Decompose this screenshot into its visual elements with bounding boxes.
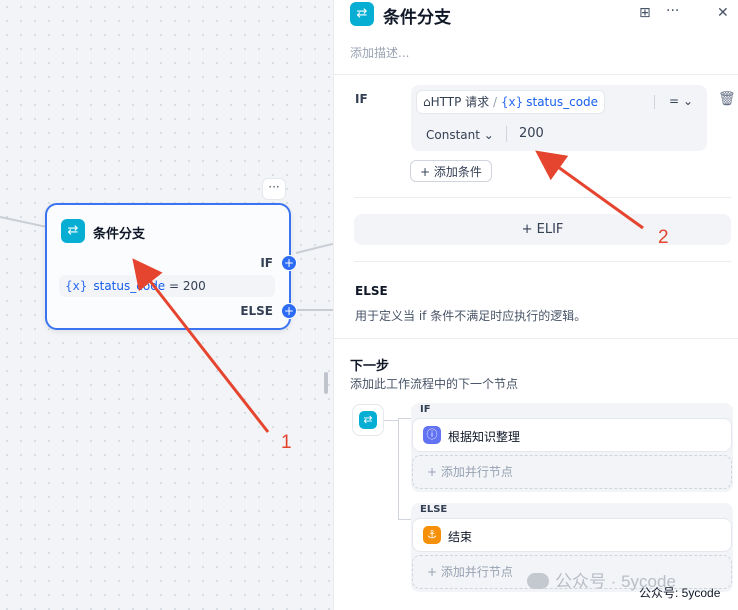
tree-connector [398, 418, 411, 419]
branch-icon: ⇄ [61, 219, 85, 243]
current-node-icon-box: ⇄ [352, 404, 384, 436]
wechat-icon [527, 573, 549, 589]
add-elif-button[interactable]: + ELIF [354, 214, 731, 245]
node-title: 条件分支 [93, 227, 146, 242]
node-more-button[interactable]: ··· [262, 178, 286, 200]
if-port-add-icon[interactable]: + [281, 255, 297, 271]
watermark-caption: 公众号: 5ycode [639, 586, 721, 600]
trash-icon[interactable]: 🗑 [718, 91, 736, 107]
condition-value: 200 [182, 279, 206, 293]
next-node-label: 根据知识整理 [448, 430, 521, 444]
annotation-label-1: 1 [281, 432, 292, 453]
operator-select[interactable]: = ⌄ [669, 94, 693, 108]
annotation-label-2: 2 [658, 227, 669, 248]
chevron-down-icon: ⌄ [483, 128, 494, 142]
condition-variable-selector[interactable]: ⌂HTTP 请求 / {x} status_code [416, 90, 606, 114]
value-type-select[interactable]: Constant ⌄ [426, 128, 494, 142]
value-type-label: Constant [426, 128, 480, 142]
condition-operator: = [169, 279, 180, 293]
more-icon[interactable]: ··· [666, 3, 679, 19]
branch-icon: ⇄ [359, 411, 377, 429]
variable-icon: {x} [65, 279, 88, 293]
incoming-edge [0, 216, 46, 228]
panel-resize-handle[interactable] [324, 372, 328, 394]
node-config-panel: ⇄ 条件分支 ⊞ ··· ✕ 添加描述... IF ⌂HTTP 请求 / {x}… [333, 0, 738, 610]
if-edge [295, 242, 334, 254]
operator-value: = [669, 94, 680, 108]
home-icon: ⌂ [423, 95, 431, 109]
divider [334, 338, 738, 339]
branch-label: IF [420, 404, 431, 415]
next-node-item[interactable]: ⓘ 根据知识整理 [412, 418, 732, 452]
condition-value-input[interactable]: 200 [519, 126, 544, 141]
next-step-description: 添加此工作流程中的下一个节点 [350, 377, 519, 391]
divider [334, 74, 738, 75]
if-section-label: IF [355, 92, 368, 106]
else-port-add-icon[interactable]: + [281, 303, 297, 319]
knowledge-icon: ⓘ [423, 426, 441, 444]
else-section-label: ELSE [355, 284, 388, 298]
chevron-down-icon: ⌄ [682, 94, 693, 108]
next-node-label: 结束 [448, 530, 473, 544]
else-description: 用于定义当 if 条件不满足时应执行的逻辑。 [355, 309, 587, 323]
condition-var-name: status_code [526, 95, 599, 109]
divider [354, 261, 731, 262]
anchor-icon: ⚓ [423, 526, 441, 544]
else-port-label: ELSE [240, 304, 273, 318]
add-parallel-node-button[interactable]: + 添加并行节点 [412, 455, 732, 489]
workflow-canvas[interactable]: ··· ⇄ 条件分支 IF + {x} status_code = 200 ELS… [0, 0, 334, 610]
tree-connector [398, 519, 411, 520]
path-separator: / [492, 95, 498, 109]
divider [354, 197, 731, 198]
next-node-item[interactable]: ⚓ 结束 [412, 518, 732, 552]
branch-label: ELSE [420, 504, 448, 515]
if-branch-group: IF ⓘ 根据知识整理 + 添加并行节点 [411, 403, 733, 492]
if-port-label: IF [260, 256, 273, 270]
condition-var: status_code [93, 279, 166, 293]
panel-title[interactable]: 条件分支 [383, 3, 451, 28]
condition-card: ⌂HTTP 请求 / {x} status_code = ⌄ Constant ⌄… [411, 85, 707, 151]
variable-icon: {x} [500, 95, 524, 109]
tree-connector [384, 420, 398, 421]
condition-branch-node[interactable]: ⇄ 条件分支 IF + {x} status_code = 200 ELSE + [45, 203, 297, 330]
node-condition-summary: {x} status_code = 200 [59, 275, 275, 297]
close-icon[interactable]: ✕ [717, 5, 729, 21]
divider [654, 95, 655, 109]
branch-icon: ⇄ [350, 2, 374, 26]
add-condition-button[interactable]: + 添加条件 [410, 160, 492, 182]
next-step-title: 下一步 [350, 359, 390, 374]
description-input[interactable]: 添加描述... [350, 44, 409, 61]
book-icon[interactable]: ⊞ [639, 5, 651, 21]
else-edge [296, 309, 334, 311]
divider [506, 126, 507, 142]
tree-connector [398, 418, 399, 520]
source-node-label: HTTP 请求 [430, 95, 490, 109]
